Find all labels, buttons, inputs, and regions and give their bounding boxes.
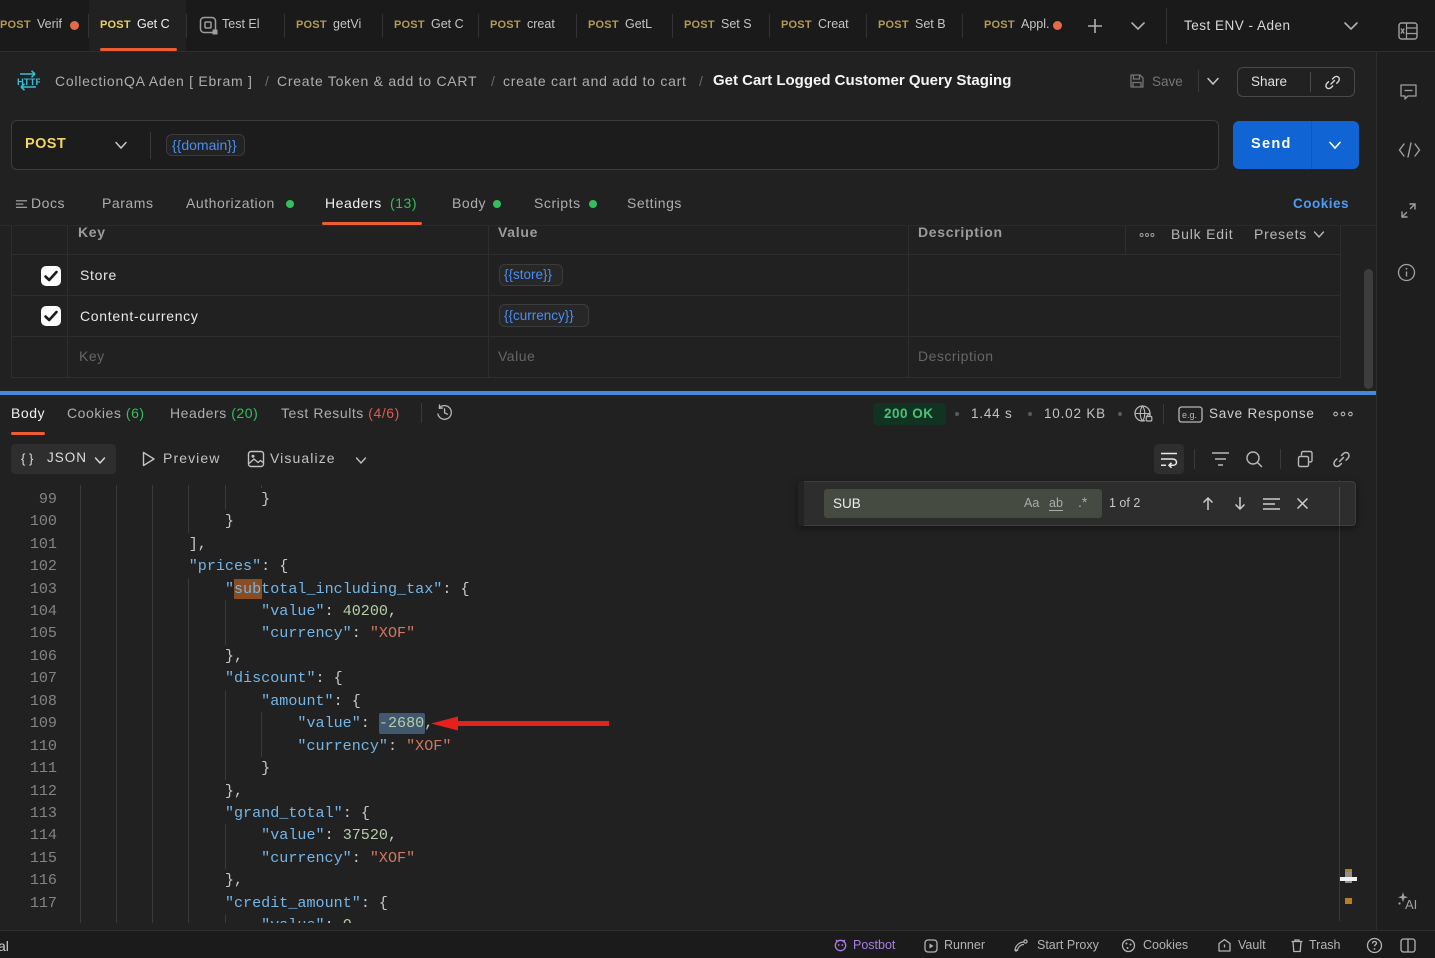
svg-text:e.g.: e.g. bbox=[1182, 410, 1197, 420]
svg-text:AI: AI bbox=[1405, 897, 1417, 912]
